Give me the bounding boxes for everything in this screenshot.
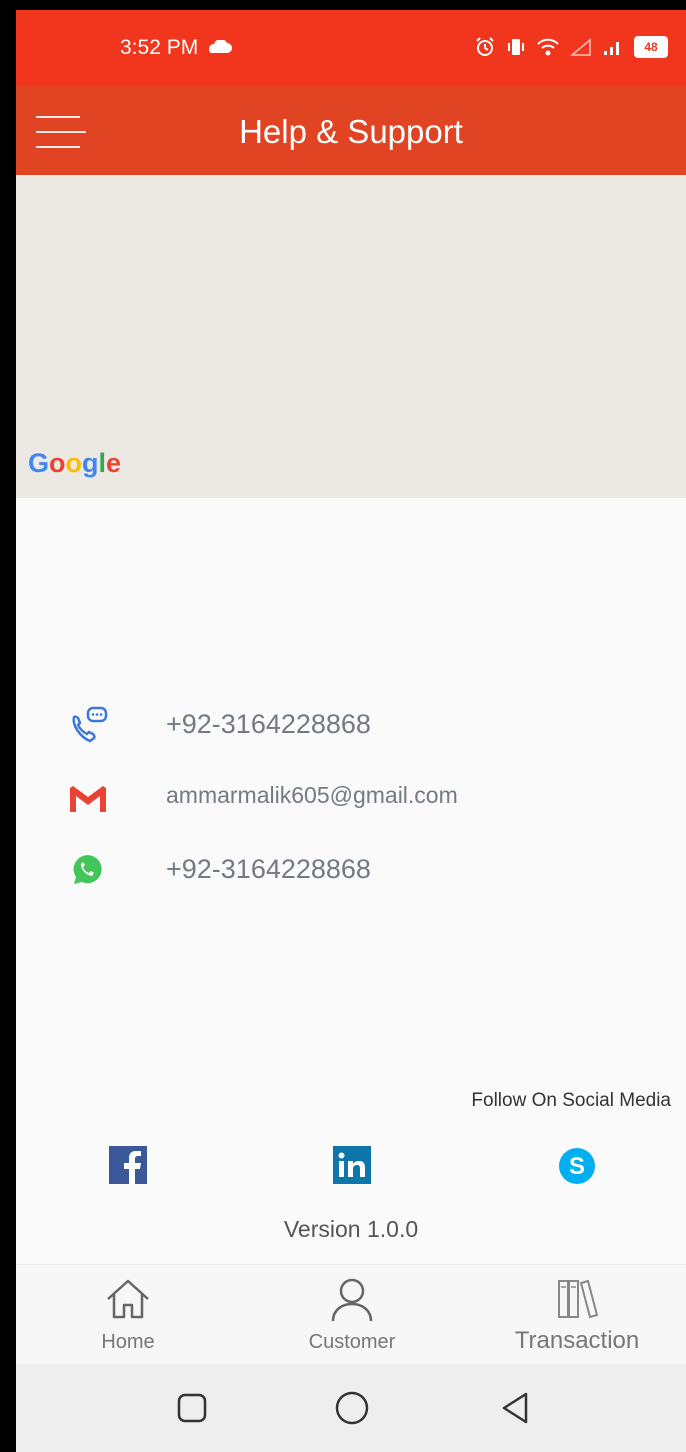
- app-bar: Help & Support: [16, 85, 686, 175]
- vibrate-icon: [506, 36, 526, 58]
- phone-call-icon: [66, 705, 108, 745]
- follow-social-label: Follow On Social Media: [471, 1090, 671, 1111]
- skype-icon[interactable]: S: [557, 1146, 597, 1186]
- person-icon: [328, 1277, 376, 1328]
- google-logo: Google: [28, 448, 122, 478]
- svg-text:S: S: [569, 1153, 585, 1180]
- nav-customer-label: Customer: [308, 1331, 396, 1353]
- bottom-navigation: Home Customer Transaction: [16, 1264, 686, 1365]
- version-label: Version 1.0.0: [283, 1216, 419, 1242]
- nav-home[interactable]: Home: [28, 1265, 228, 1365]
- whatsapp-number: +92-3164228868: [166, 854, 371, 884]
- contact-phone-row[interactable]: +92-3164228868: [16, 693, 686, 753]
- signal-empty-icon: [570, 37, 592, 57]
- phone-number: +92-3164228868: [166, 709, 371, 739]
- help-support-screen: 3:52 PM 48 Help & Support Google +92-316…: [16, 10, 686, 1452]
- home-button[interactable]: [332, 1388, 372, 1428]
- page-title: Help & Support: [239, 113, 463, 150]
- gmail-icon: [66, 780, 106, 820]
- whatsapp-icon: [66, 850, 106, 890]
- email-address: ammarmalik605@gmail.com: [166, 782, 458, 808]
- back-button[interactable]: [496, 1388, 536, 1428]
- system-navigation-bar: [16, 1364, 686, 1452]
- linkedin-icon[interactable]: [333, 1146, 373, 1186]
- nav-transaction-label: Transaction: [514, 1327, 640, 1354]
- nav-home-label: Home: [101, 1331, 155, 1353]
- recents-button[interactable]: [172, 1388, 212, 1428]
- cloud-icon: [206, 39, 232, 59]
- status-bar: 3:52 PM 48: [16, 10, 686, 85]
- nav-transaction[interactable]: Transaction: [477, 1265, 677, 1365]
- facebook-icon[interactable]: [109, 1146, 149, 1186]
- wifi-icon: [536, 37, 560, 57]
- signal-icon: [602, 37, 624, 57]
- status-time: 3:52 PM: [120, 36, 199, 59]
- home-icon: [104, 1277, 152, 1326]
- battery-icon: 48: [634, 36, 668, 58]
- nav-customer[interactable]: Customer: [252, 1265, 452, 1365]
- books-icon: [553, 1277, 601, 1326]
- contact-email-row[interactable]: ammarmalik605@gmail.com: [16, 768, 686, 828]
- map-view[interactable]: Google: [16, 175, 686, 498]
- contact-whatsapp-row[interactable]: +92-3164228868: [16, 838, 686, 898]
- alarm-icon: [474, 36, 496, 58]
